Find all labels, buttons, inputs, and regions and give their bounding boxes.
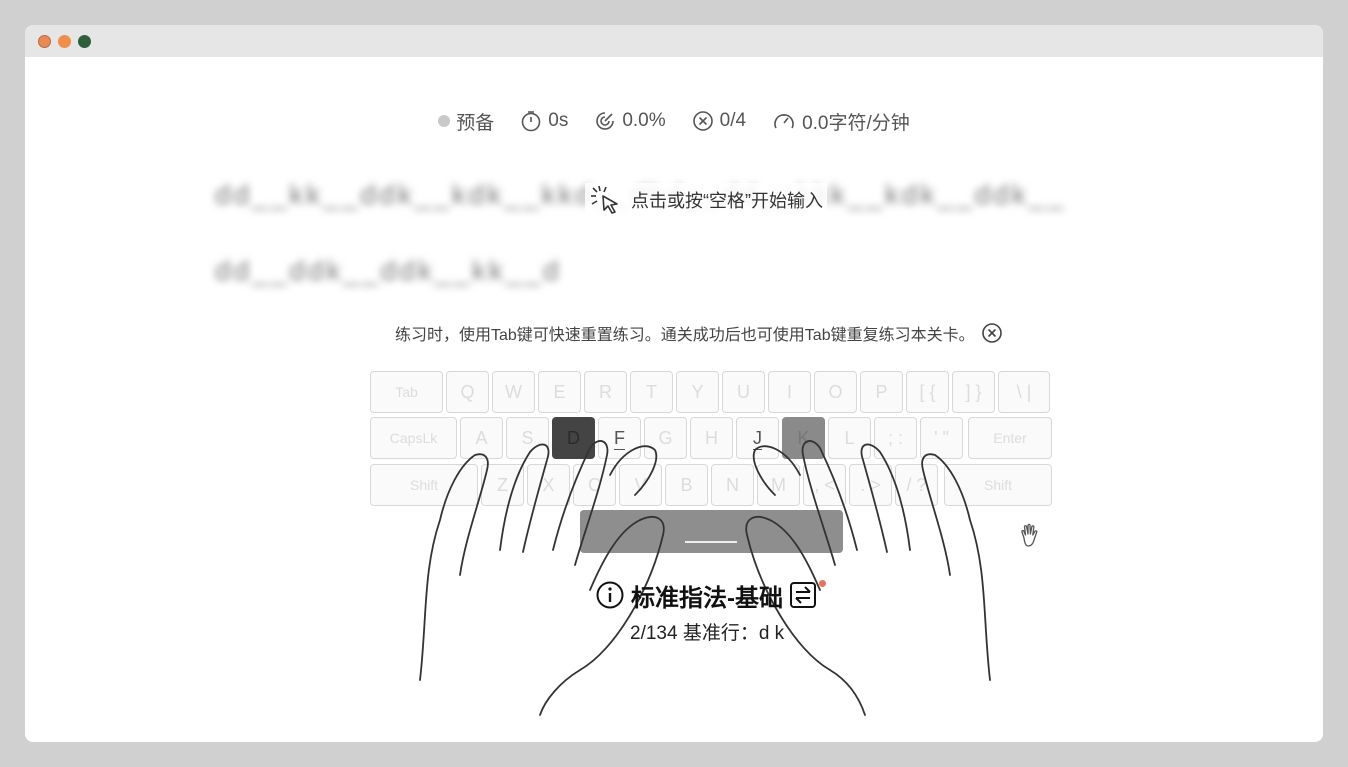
key-o: O — [814, 371, 857, 413]
status-dot-icon — [438, 115, 451, 127]
start-hint-text: 点击或按“空格”开始输入 — [631, 191, 823, 211]
close-circle-icon[interactable] — [981, 322, 1003, 344]
start-typing-prompt[interactable]: 点击或按“空格”开始输入 — [585, 183, 827, 217]
speed-stat: 0.0字符/分钟 — [772, 108, 910, 135]
maximize-window-button[interactable] — [78, 35, 91, 48]
app-window: 预备 0s 0.0% 0/4 0.0字符/分钟 dd__ddk__ddk__kk… — [25, 25, 1323, 742]
practice-line-2: dd__ddk__ddk__kk__d — [215, 255, 562, 286]
key-bracket-right: ] } — [952, 371, 995, 413]
key-q: Q — [446, 371, 489, 413]
notification-dot — [819, 580, 826, 587]
tip-text: 练习时，使用Tab键可快速重置练习。通关成功后也可使用Tab键重复练习本关卡。 — [395, 327, 975, 344]
status-label: 预备 — [456, 112, 495, 134]
key-y: Y — [676, 371, 719, 413]
info-icon[interactable] — [595, 580, 625, 610]
key-i: I — [768, 371, 811, 413]
key-u: U — [722, 371, 765, 413]
key-e: E — [538, 371, 581, 413]
gauge-icon — [774, 114, 794, 129]
key-bracket-left: [ { — [906, 371, 949, 413]
lesson-title: 标准指法-基础 — [595, 578, 817, 612]
key-p: P — [860, 371, 903, 413]
timer-icon — [521, 111, 541, 132]
time-stat: 0s — [520, 110, 568, 132]
title-bar — [25, 25, 1323, 57]
status-stat: 预备 — [438, 108, 494, 135]
tab-tip: 练习时，使用Tab键可快速重置练习。通关成功后也可使用Tab键重复练习本关卡。 — [395, 321, 1003, 345]
lesson-subtitle: 2/134 基准行：d k — [630, 623, 785, 644]
switch-icon[interactable] — [789, 581, 817, 609]
speed-value: 0.0字符/分钟 — [802, 112, 910, 134]
click-icon — [591, 185, 618, 214]
key-tab: Tab — [370, 371, 443, 413]
hands-illustration — [419, 440, 991, 716]
key-r: R — [584, 371, 627, 413]
close-window-button[interactable] — [38, 35, 51, 48]
target-icon — [596, 112, 615, 130]
errors-value: 0/4 — [719, 110, 747, 131]
key-w: W — [492, 371, 535, 413]
key-t: T — [630, 371, 673, 413]
hand-icon[interactable] — [1018, 523, 1042, 549]
minimize-window-button[interactable] — [58, 35, 71, 48]
accuracy-value: 0.0% — [622, 110, 666, 131]
errors-stat: 0/4 — [692, 110, 746, 132]
accuracy-stat: 0.0% — [594, 110, 666, 132]
x-circle-icon — [692, 111, 713, 131]
key-backslash: \ | — [998, 371, 1050, 413]
lesson-title-text: 标准指法-基础 — [631, 584, 783, 612]
time-value: 0s — [548, 110, 569, 131]
stats-bar: 预备 0s 0.0% 0/4 0.0字符/分钟 — [25, 108, 1323, 135]
